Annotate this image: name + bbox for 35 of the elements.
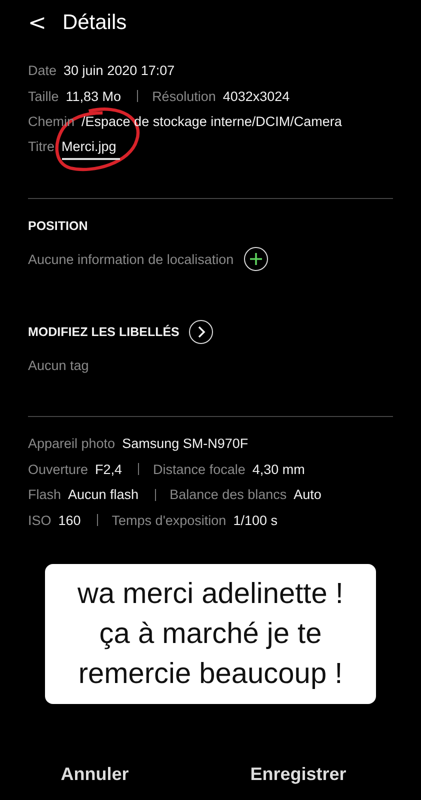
section-heading: POSITION <box>28 218 89 232</box>
info-value: 30 juin 2020 17:07 <box>64 63 175 78</box>
info-value: 4032x3024 <box>222 88 290 104</box>
info-label: Balance des blancs <box>170 487 287 502</box>
info-label: Taille <box>28 88 59 104</box>
section-heading: MODIFIEZ LES LIBELLÉS <box>28 324 180 339</box>
plus-icon <box>248 252 263 266</box>
save-button[interactable]: Enregistrer <box>244 763 352 786</box>
chevron-right-icon <box>196 326 206 338</box>
info-value: Aucun flash <box>68 487 139 502</box>
info-value: Samsung SM-N970F <box>122 436 248 452</box>
info-label: Titre <box>28 138 54 154</box>
title-field[interactable]: Merci.jpg <box>62 138 120 160</box>
add-location-button[interactable] <box>244 247 268 272</box>
info-value: F2,4 <box>95 462 122 477</box>
info-label: Flash <box>28 487 62 502</box>
info-label: Distance focale <box>153 462 246 477</box>
edit-tags-button[interactable] <box>189 320 214 344</box>
info-value: Auto <box>294 487 322 502</box>
info-value: 1/100 s <box>233 512 278 528</box>
back-button[interactable]: < <box>28 10 46 36</box>
info-label: Ouverture <box>28 462 88 477</box>
cancel-button[interactable]: Annuler <box>54 763 135 786</box>
page-title: Détails <box>62 11 127 35</box>
info-value: 160 <box>58 512 81 528</box>
location-text: Aucune information de localisation <box>28 252 234 267</box>
info-label: ISO <box>28 512 52 528</box>
info-value: 11,83 Mo <box>66 88 122 104</box>
tags-text: Aucun tag <box>28 358 89 373</box>
info-label: Temps d'exposition <box>112 512 226 528</box>
info-label: Résolution <box>152 88 216 104</box>
sticker-message: wa merci adelinette ! ça à marché je te remercie beaucoup ! <box>45 564 376 704</box>
info-value: 4,30 mm <box>252 462 305 477</box>
info-label: Appareil photo <box>28 436 116 452</box>
info-label: Date <box>28 63 57 78</box>
